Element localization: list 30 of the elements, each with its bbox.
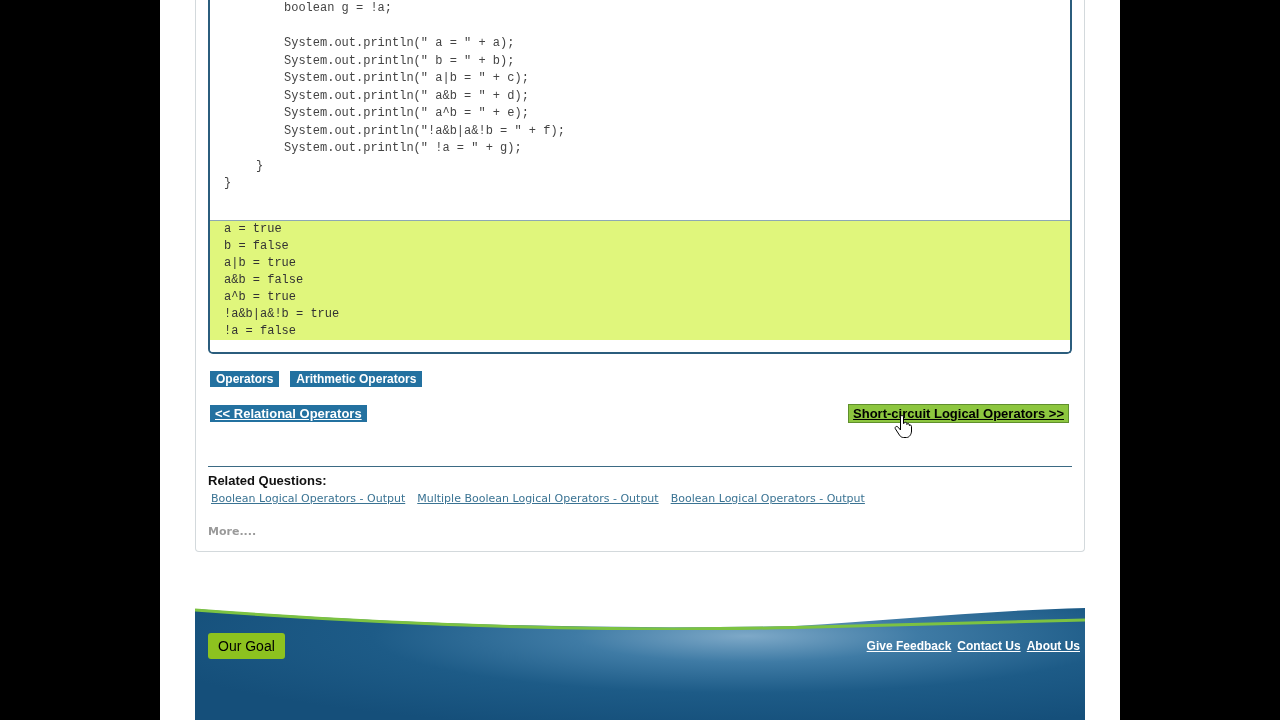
output-line: a^b = true xyxy=(224,289,296,306)
tag-link[interactable]: Operators xyxy=(210,371,280,387)
related-question-link[interactable]: Boolean Logical Operators - Output xyxy=(211,491,406,507)
code-line: System.out.println(" a&b = " + d); xyxy=(284,87,529,105)
code-line: boolean g = !a; xyxy=(284,0,393,17)
output-line: b = false xyxy=(224,238,289,255)
tag-link[interactable]: Arithmetic Operators xyxy=(290,371,423,387)
our-goal-button[interactable]: Our Goal xyxy=(208,633,285,659)
code-line: } xyxy=(256,157,264,175)
code-line: System.out.println(" a = " + a); xyxy=(284,35,515,52)
related-question-link[interactable]: Boolean Logical Operators - Output xyxy=(670,491,865,507)
next-topic-link[interactable]: Short-circuit Logical Operators >> xyxy=(848,404,1069,423)
code-line: System.out.println("!a&b|a&!b = " + f); xyxy=(284,122,565,140)
output-line: a|b = true xyxy=(224,255,296,272)
previous-topic-link[interactable]: << Relational Operators xyxy=(210,405,367,422)
output-line: !a = false xyxy=(224,323,296,340)
output-line: !a&b|a&!b = true xyxy=(224,306,340,323)
related-questions-heading: Related Questions: xyxy=(208,473,327,489)
code-line: System.out.println(" b = " + b); xyxy=(284,52,515,70)
footer-link[interactable]: About Us xyxy=(1026,638,1080,654)
output-line: a = true xyxy=(224,221,282,238)
more-link[interactable]: More.... xyxy=(208,524,257,540)
code-line: } xyxy=(224,175,232,192)
code-line: System.out.println(" a|b = " + c); xyxy=(284,70,529,87)
code-line: System.out.println(" a^b = " + e); xyxy=(284,105,529,122)
footer-link[interactable]: Give Feedback xyxy=(866,638,952,654)
output-line: a&b = false xyxy=(224,272,304,289)
code-line: System.out.println(" !a = " + g); xyxy=(284,140,522,157)
related-question-link[interactable]: Multiple Boolean Logical Operators - Output xyxy=(417,491,659,507)
footer-link[interactable]: Contact Us xyxy=(957,638,1021,654)
